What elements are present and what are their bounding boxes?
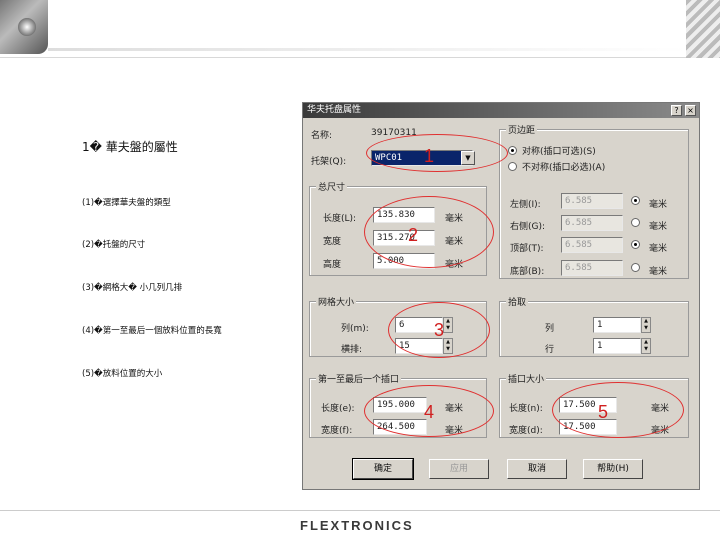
footer-divider	[0, 510, 720, 511]
bottom-margin-label: 底部(B):	[510, 267, 545, 277]
top-margin-label: 顶部(T):	[510, 244, 544, 254]
footer-logo: FLEXTRONICS	[300, 518, 414, 533]
callout-number: 5	[598, 402, 609, 422]
left-unit-label: 毫米	[649, 200, 668, 210]
pick-col-label: 列	[545, 324, 555, 334]
first-last-group-title: 第一至最后一个插口	[316, 372, 402, 385]
cancel-button[interactable]: 取消	[507, 459, 567, 479]
left-unit-radio[interactable]	[631, 196, 640, 205]
pick-col-spin[interactable]: ▲ ▼	[641, 317, 651, 333]
projector-logo-icon	[0, 0, 48, 54]
height-label: 高度	[323, 260, 342, 270]
bottom-unit-label: 毫米	[649, 267, 668, 277]
corner-decoration-icon	[686, 0, 720, 58]
pick-col-field[interactable]: 1	[593, 317, 641, 333]
bottom-unit-radio[interactable]	[631, 263, 640, 272]
rows-label: 横排:	[341, 345, 363, 355]
right-unit-radio[interactable]	[631, 218, 640, 227]
callout-ellipse	[364, 196, 494, 268]
name-label: 名称:	[311, 131, 333, 141]
pick-row-spin[interactable]: ▲ ▼	[641, 338, 651, 354]
grid-group-title: 网格大小	[316, 295, 357, 308]
symmetric-radio[interactable]	[508, 146, 517, 155]
close-icon[interactable]: ×	[685, 105, 696, 116]
pick-group-title: 拾取	[506, 295, 529, 308]
right-margin-label: 右侧(G):	[510, 222, 546, 232]
note-item: (1)�選擇華夫盤的類型	[82, 198, 171, 208]
pick-row-label: 行	[545, 345, 555, 355]
left-margin-field[interactable]: 6.585	[561, 193, 623, 209]
left-margin-label: 左侧(I):	[510, 200, 541, 210]
callout-ellipse	[552, 382, 684, 438]
tray-label: 托架(Q):	[311, 157, 347, 167]
pick-row-field[interactable]: 1	[593, 338, 641, 354]
bottom-margin-field[interactable]: 6.585	[561, 260, 623, 276]
apply-button[interactable]: 应用	[429, 459, 489, 479]
asymmetric-radio[interactable]	[508, 162, 517, 171]
size-group-title: 总尺寸	[316, 180, 348, 193]
note-item: (4)�第一至最后一個放料位置的長寬	[82, 326, 222, 336]
notes-heading: 1� 華夫盤的屬性	[82, 140, 178, 154]
note-item: (3)�網格大� 小几列几排	[82, 283, 183, 293]
callout-number: 2	[408, 225, 419, 245]
width-label: 宽度	[323, 237, 342, 247]
callout-number: 3	[434, 320, 445, 340]
asymmetric-label: 不对称(插口必选)(A)	[522, 163, 606, 173]
right-margin-field[interactable]: 6.585	[561, 215, 623, 231]
right-unit-label: 毫米	[649, 222, 668, 232]
top-unit-label: 毫米	[649, 244, 668, 254]
symmetric-label: 对称(插口可选)(S)	[522, 147, 596, 157]
fl-length-label: 长度(e):	[321, 404, 355, 414]
header-accent-line	[48, 48, 688, 51]
help-icon[interactable]: ?	[671, 105, 682, 116]
callout-ellipse	[366, 134, 508, 172]
ok-button[interactable]: 确定	[352, 458, 414, 480]
slide-header	[0, 0, 720, 58]
pocket-length-label: 长度(n):	[509, 404, 543, 414]
fl-width-label: 宽度(f):	[321, 426, 353, 436]
callout-number: 4	[424, 402, 435, 422]
top-margin-field[interactable]: 6.585	[561, 237, 623, 253]
callout-number: 1	[424, 146, 435, 166]
edge-group-title: 页边距	[506, 123, 538, 136]
top-unit-radio[interactable]	[631, 240, 640, 249]
pocket-width-label: 宽度(d):	[509, 426, 543, 436]
cols-label: 列(m):	[341, 324, 369, 334]
dialog-title: 华夫托盘属性	[307, 105, 362, 115]
help-button[interactable]: 帮助(H)	[583, 459, 643, 479]
note-item: (2)�托盤的尺寸	[82, 240, 146, 250]
length-label: 长度(L):	[323, 214, 357, 224]
note-item: (5)�放料位置的大小	[82, 369, 163, 379]
dialog-titlebar: 华夫托盘属性 ? ×	[303, 103, 699, 118]
pocket-group-title: 插口大小	[506, 372, 547, 385]
